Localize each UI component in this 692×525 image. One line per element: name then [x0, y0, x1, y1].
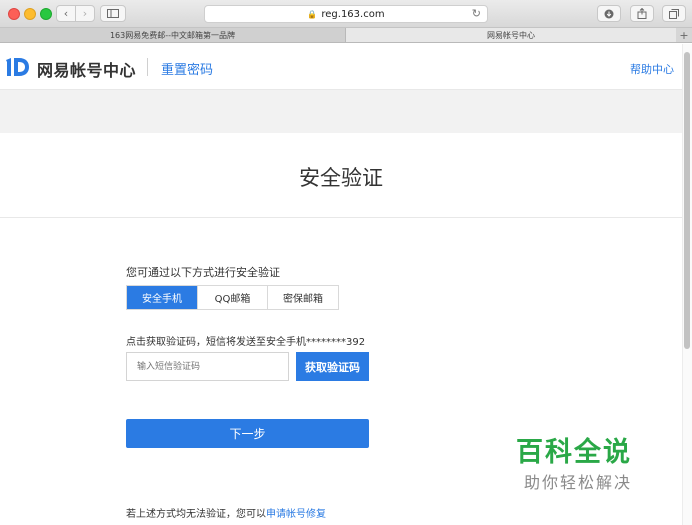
tab-qq-email[interactable]: QQ邮箱	[198, 286, 268, 309]
tab-backup-email[interactable]: 密保邮箱	[268, 286, 338, 309]
sms-code-input[interactable]	[126, 352, 289, 381]
scrollbar-thumb[interactable]	[684, 52, 690, 349]
chevron-left-icon: ‹	[63, 7, 69, 20]
tab-bar: 163网易免费邮--中文邮箱第一品牌 网易帐号中心 +	[0, 28, 692, 43]
title-section: 安全验证	[0, 133, 682, 218]
site-header: 网易帐号中心 重置密码 帮助中心	[0, 44, 682, 90]
url-text: reg.163.com	[321, 8, 385, 20]
logo-text: 网易帐号中心	[37, 61, 137, 80]
watermark-subtitle: 助你轻松解决	[524, 473, 633, 492]
downloads-button[interactable]	[597, 5, 621, 22]
sidebar-icon	[107, 9, 119, 18]
sms-info-text: 点击获取验证码，短信将发送至安全手机********392	[126, 337, 366, 348]
show-tabs-button[interactable]	[662, 5, 686, 22]
browser-titlebar: ‹ › 🔒 reg.163.com ↻	[0, 0, 692, 28]
download-icon	[604, 9, 614, 18]
verify-method-tabs: 安全手机 QQ邮箱 密保邮箱	[126, 285, 339, 310]
account-repair-link[interactable]: 申请帐号修复	[266, 509, 326, 520]
close-window-button[interactable]	[8, 8, 20, 20]
chevron-right-icon: ›	[82, 7, 88, 20]
header-band	[0, 90, 682, 133]
address-bar[interactable]: 🔒 reg.163.com ↻	[204, 5, 488, 23]
sidebar-toggle-button[interactable]	[100, 5, 126, 22]
watermark-title: 百科全说	[516, 437, 632, 468]
new-tab-button[interactable]: +	[676, 28, 692, 42]
share-button[interactable]	[630, 5, 654, 22]
tab-163-mail[interactable]: 163网易免费邮--中文邮箱第一品牌	[0, 28, 346, 42]
share-icon	[637, 8, 647, 19]
help-center-link[interactable]: 帮助中心	[630, 61, 674, 77]
footer-note: 若上述方式均无法验证，您可以申请帐号修复	[126, 509, 326, 520]
plus-icon: +	[679, 28, 689, 42]
tab-account-center[interactable]: 网易帐号中心	[346, 28, 676, 42]
reload-icon[interactable]: ↻	[472, 7, 481, 20]
zoom-window-button[interactable]	[40, 8, 52, 20]
tabs-icon	[669, 8, 679, 19]
page-subtitle: 重置密码	[161, 63, 214, 78]
netease-logo-icon	[6, 58, 29, 76]
back-button[interactable]: ‹	[56, 5, 76, 22]
page-title: 安全验证	[299, 166, 383, 190]
tab-secure-phone[interactable]: 安全手机	[127, 286, 198, 309]
lock-icon: 🔒	[307, 9, 318, 19]
next-step-button[interactable]: 下一步	[126, 419, 369, 448]
header-divider	[147, 58, 148, 76]
minimize-window-button[interactable]	[24, 8, 36, 20]
verify-prompt: 您可通过以下方式进行安全验证	[126, 266, 280, 279]
forward-button[interactable]: ›	[75, 5, 95, 22]
get-code-button[interactable]: 获取验证码	[296, 352, 369, 381]
